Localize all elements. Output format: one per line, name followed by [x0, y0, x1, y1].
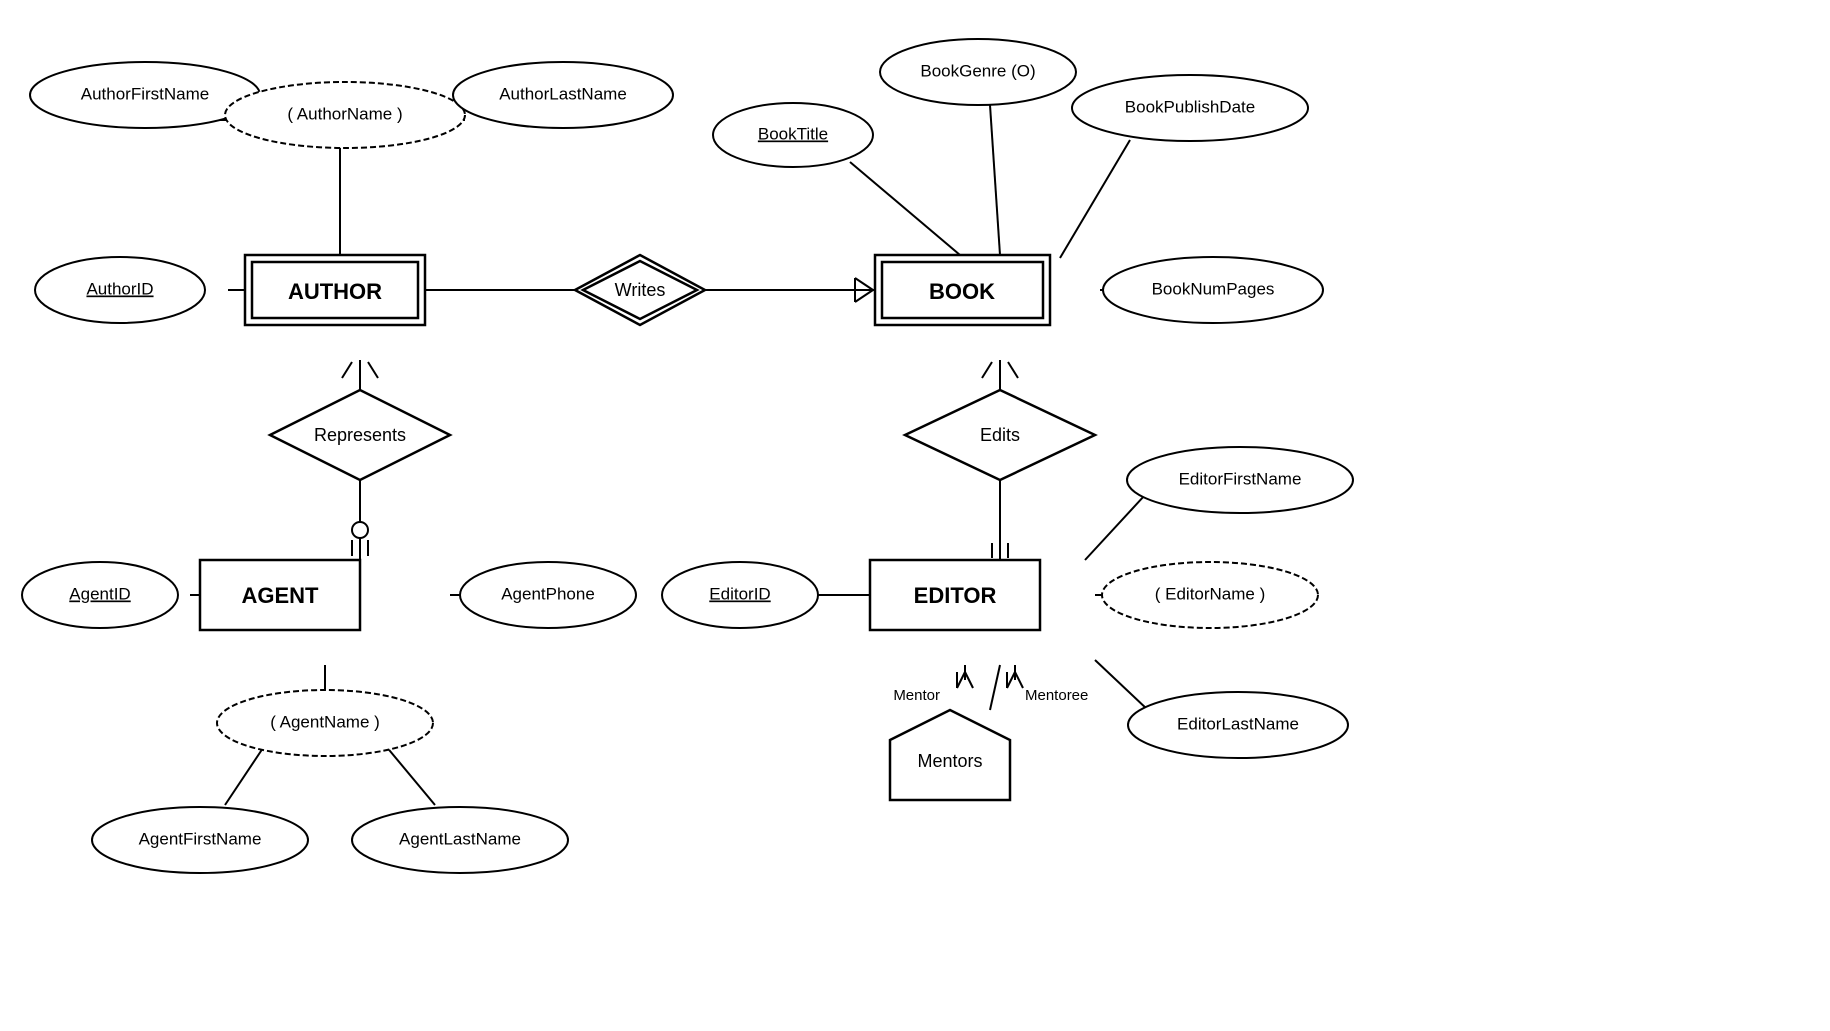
agent-label: AGENT	[242, 583, 320, 608]
editor-firstname-label: EditorFirstName	[1179, 469, 1302, 488]
er-diagram: AUTHOR BOOK AGENT EDITOR Writes Represen…	[0, 0, 1830, 1026]
author-id-label: AuthorID	[86, 279, 153, 298]
agent-name-label: ( AgentName )	[270, 712, 380, 731]
author-firstname-label: AuthorFirstName	[81, 84, 209, 103]
mentoree-label: Mentoree	[1025, 687, 1088, 704]
mentors-label: Mentors	[917, 751, 982, 771]
agent-lastname-label: AgentLastName	[399, 829, 521, 848]
editor-id-label: EditorID	[709, 584, 770, 603]
author-label: AUTHOR	[288, 279, 382, 304]
editor-label: EDITOR	[914, 583, 997, 608]
editor-name-label: ( EditorName )	[1155, 584, 1266, 603]
book-title-label: BookTitle	[758, 124, 828, 143]
editor-lastname-label: EditorLastName	[1177, 714, 1299, 733]
agent-phone-label: AgentPhone	[501, 584, 595, 603]
book-label: BOOK	[929, 279, 995, 304]
author-name-label: ( AuthorName )	[287, 104, 402, 123]
book-publish-label: BookPublishDate	[1125, 97, 1255, 116]
agent-firstname-label: AgentFirstName	[139, 829, 262, 848]
agent-id-label: AgentID	[69, 584, 130, 603]
book-genre-label: BookGenre (O)	[920, 61, 1035, 80]
represents-label: Represents	[314, 425, 406, 445]
book-pages-label: BookNumPages	[1152, 279, 1275, 298]
mentor-label: Mentor	[893, 687, 940, 704]
author-lastname-label: AuthorLastName	[499, 84, 627, 103]
edits-label: Edits	[980, 425, 1020, 445]
writes-label: Writes	[615, 280, 666, 300]
